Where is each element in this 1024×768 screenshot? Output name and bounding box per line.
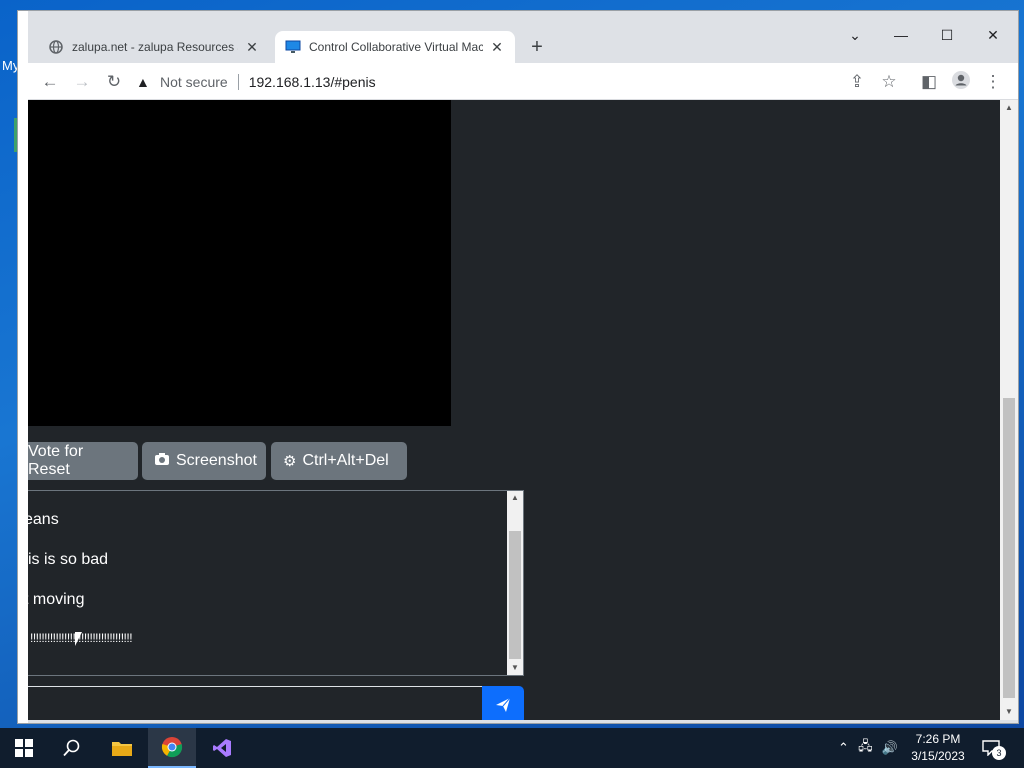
chat-input[interactable] (28, 686, 483, 720)
tab-collabvm[interactable]: Control Collaborative Virtual Mac ✕ (275, 31, 515, 63)
chevron-up-icon[interactable]: ⌃ (838, 740, 849, 756)
windows-start-icon[interactable] (0, 728, 48, 768)
ctrl-alt-del-button[interactable]: ⚙ Ctrl+Alt+Del (271, 442, 407, 480)
tab-zalupa[interactable]: zalupa.net - zalupa Resources an ✕ (38, 31, 270, 63)
chat-message: t moving (28, 591, 85, 608)
desktop-icon-label[interactable]: My (2, 58, 19, 73)
system-tray: ⌃ 🖧 🔊 (838, 728, 898, 768)
tab-title: zalupa.net - zalupa Resources an (72, 40, 238, 54)
warning-icon[interactable]: ▲ (136, 74, 154, 90)
clock-time: 7:26 PM (915, 732, 961, 746)
chat-log[interactable]: eans is is so bad t moving !!!!!!!!!!!!!… (28, 490, 524, 676)
side-panel-icon[interactable]: ◧ (917, 70, 941, 94)
close-tab-icon[interactable]: ✕ (244, 39, 260, 56)
vm-screen[interactable] (28, 100, 451, 426)
close-window-icon[interactable]: ✕ (981, 25, 1005, 45)
menu-kebab-icon[interactable]: ⋮ (981, 70, 1005, 94)
chat-message: is is so bad (28, 551, 109, 568)
page-scrollbar[interactable]: ▲ ▼ (1000, 100, 1018, 720)
new-tab-icon[interactable]: + (525, 35, 549, 59)
chrome-icon[interactable] (148, 728, 196, 768)
browser-window: zalupa.net - zalupa Resources an ✕ Contr… (18, 11, 1018, 723)
mouse-cursor-icon (75, 632, 82, 646)
toolbar: ← → ↻ ▲ Not secure 192.168.1.13/#penis ⇪… (28, 63, 1018, 100)
paper-plane-icon (495, 697, 511, 718)
tab-title: Control Collaborative Virtual Mac (309, 40, 483, 54)
visual-studio-icon[interactable] (198, 728, 246, 768)
network-icon[interactable]: 🖧 (858, 737, 873, 759)
notification-count-badge: 3 (992, 746, 1006, 760)
screenshot-button[interactable]: Screenshot (142, 442, 266, 480)
send-button[interactable] (482, 686, 524, 720)
tab-strip: zalupa.net - zalupa Resources an ✕ Contr… (28, 11, 1018, 63)
vote-reset-label: Vote for Reset (28, 443, 84, 478)
maximize-icon[interactable]: ☐ (935, 25, 959, 45)
scroll-thumb[interactable] (1003, 398, 1015, 698)
clock-date: 3/15/2023 (911, 749, 965, 763)
screenshot-label: Screenshot (176, 452, 257, 469)
scroll-down-icon[interactable]: ▼ (507, 661, 523, 675)
camera-icon (154, 452, 170, 470)
gear-icon: ⚙ (283, 453, 297, 470)
file-explorer-icon[interactable] (98, 728, 146, 768)
search-icon[interactable] (48, 728, 96, 768)
tab-search-icon[interactable]: ⌄ (843, 25, 867, 45)
ctrl-alt-del-label: Ctrl+Alt+Del (302, 452, 389, 469)
chat-scrollbar[interactable]: ▲ ▼ (507, 491, 523, 675)
bookmark-star-icon[interactable]: ☆ (877, 70, 901, 94)
clock[interactable]: 7:26 PM 3/15/2023 (900, 731, 976, 765)
url-text[interactable]: 192.168.1.13/#penis (249, 74, 376, 90)
address-bar[interactable]: ▲ Not secure 192.168.1.13/#penis (136, 67, 916, 97)
back-icon[interactable]: ← (38, 70, 62, 94)
share-icon[interactable]: ⇪ (845, 70, 869, 94)
forward-icon[interactable]: → (70, 70, 94, 94)
monitor-icon (285, 39, 301, 55)
security-label[interactable]: Not secure (160, 74, 228, 90)
divider (237, 74, 239, 90)
scroll-up-icon[interactable]: ▲ (1000, 100, 1018, 116)
page-content: Vote for Reset Screenshot ⚙ Ctrl+Alt+Del… (28, 100, 1000, 720)
profile-icon[interactable] (949, 70, 973, 94)
globe-icon (48, 39, 64, 55)
vote-reset-button[interactable]: Vote for Reset (28, 442, 138, 480)
minimize-icon[interactable]: — (889, 25, 913, 45)
taskbar: ⌃ 🖧 🔊 7:26 PM 3/15/2023 3 (0, 728, 1024, 768)
reload-icon[interactable]: ↻ (102, 70, 126, 94)
close-tab-icon[interactable]: ✕ (489, 39, 505, 56)
scroll-thumb[interactable] (509, 531, 521, 659)
chat-message: eans (28, 511, 59, 528)
scroll-up-icon[interactable]: ▲ (507, 491, 523, 505)
volume-icon[interactable]: 🔊 (882, 740, 898, 756)
scroll-down-icon[interactable]: ▼ (1000, 704, 1018, 720)
